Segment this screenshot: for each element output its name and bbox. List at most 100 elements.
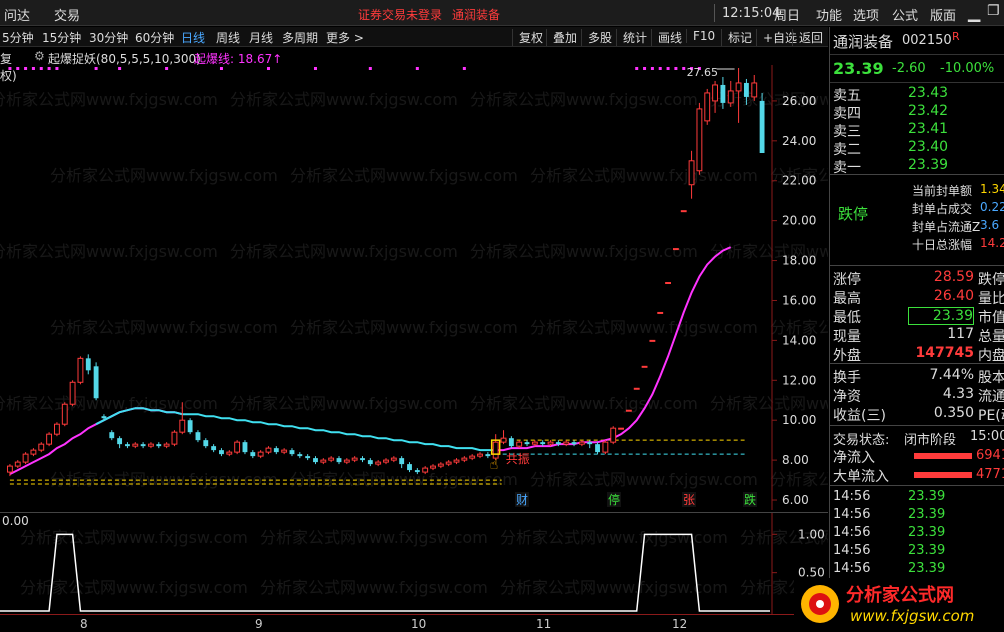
watermark: 分析家公式网www.fxjgsw.com: [470, 394, 698, 413]
candle-body: [77, 357, 84, 383]
candle-body: [696, 108, 703, 172]
signal-dot: [16, 67, 20, 70]
menu-layout[interactable]: 版面: [930, 5, 956, 24]
period-week[interactable]: 周线: [216, 29, 240, 46]
watermark: 分析家公式网www.fxjgsw.com: [230, 90, 458, 109]
period-5min[interactable]: 5分钟: [2, 29, 34, 46]
flow-bar: [914, 472, 972, 478]
candle-body: [187, 420, 193, 433]
candle-body: [453, 459, 460, 463]
event-label[interactable]: 停: [608, 492, 620, 507]
candle-body: [547, 441, 554, 445]
flow-label: 净流入: [833, 450, 875, 466]
event-label[interactable]: 财: [516, 493, 528, 507]
mark-button[interactable]: 标记: [721, 29, 752, 46]
tick-price: 23.39: [908, 561, 946, 576]
main-price-chart[interactable]: 分析家公式网www.fxjgsw.com 分析家公式网www.fxjgsw.com…: [0, 65, 828, 510]
period-60min[interactable]: 60分钟: [135, 29, 174, 46]
watermark: 分析家公式网www.fxjgsw.com: [290, 318, 518, 337]
period-15min[interactable]: 15分钟: [42, 29, 81, 46]
ask-price: 23.39: [908, 157, 949, 173]
event-label[interactable]: 跌: [744, 492, 756, 507]
minimize-icon[interactable]: ▁: [968, 3, 980, 22]
signal-dot: [94, 67, 98, 70]
menu-function[interactable]: 功能: [816, 5, 842, 24]
restore-icon[interactable]: ❐: [987, 3, 1000, 19]
menu-options[interactable]: 选项: [853, 5, 879, 24]
tick-time: 14:56: [833, 525, 871, 540]
logo-badge-icon: [801, 585, 839, 623]
candle-body: [6, 465, 13, 473]
quote-label: 现量: [833, 329, 861, 345]
back-button[interactable]: 返回: [792, 29, 823, 46]
price-axis-label: 6.00: [782, 493, 809, 507]
tick-time: 14:56: [833, 507, 871, 522]
trade-status-label: 交易状态:: [833, 433, 890, 448]
signal-dot: [674, 67, 678, 70]
signal-dot: [31, 67, 35, 70]
candle-body: [602, 441, 609, 453]
signal-label: 共振: [506, 452, 530, 466]
indicator-settings-icon[interactable]: ⚙: [34, 49, 45, 63]
candle-body: [14, 461, 21, 467]
login-warning[interactable]: 证券交易未登录: [358, 6, 442, 23]
candle-body: [171, 431, 178, 445]
app-name[interactable]: 问达: [4, 5, 30, 24]
period-more[interactable]: 更多 >: [326, 29, 364, 46]
candle-body: [610, 427, 617, 443]
signal-dot: [24, 67, 28, 70]
stock-name: 通润装备: [833, 33, 894, 51]
seal-label: 封单占成交: [912, 202, 973, 216]
fund-label: 换手: [833, 370, 861, 386]
candle-body: [148, 443, 154, 447]
overlay-button[interactable]: 叠加: [546, 29, 577, 46]
site-logo: 分析家公式网 www.fxjgsw.com: [794, 578, 1004, 632]
restore-rights-button[interactable]: 复权: [512, 29, 543, 46]
fund-label: 净资: [833, 389, 861, 405]
period-multi[interactable]: 多周期: [282, 29, 318, 46]
stock-link[interactable]: 通润装备: [452, 6, 500, 23]
candle-body: [743, 82, 749, 97]
price-change: -2.60: [892, 61, 926, 76]
candle-body: [140, 444, 146, 447]
watermark: 分析家公式网www.fxjgsw.com: [290, 166, 518, 185]
candle-body: [665, 282, 671, 285]
trade-status-value: 闭市阶段: [904, 433, 957, 448]
ask-price: 23.40: [908, 139, 949, 155]
candle-body: [524, 442, 530, 445]
candle-body: [461, 457, 468, 461]
candle-body: [85, 358, 91, 371]
hand-pointer-icon: ☝: [490, 457, 499, 473]
quote-label-2: 内盘: [978, 348, 1004, 364]
period-30min[interactable]: 30分钟: [89, 29, 128, 46]
signal-dot: [462, 67, 466, 70]
candle-body: [125, 444, 130, 447]
candle-body: [469, 455, 476, 459]
menu-trade[interactable]: 交易: [54, 5, 80, 24]
watermark: 分析家公式网www.fxjgsw.com: [500, 578, 728, 597]
period-month[interactable]: 月线: [249, 29, 273, 46]
stock-flag: R: [952, 30, 960, 43]
candle-body: [445, 461, 452, 465]
draw-button[interactable]: 画线: [651, 29, 682, 46]
candle-body: [422, 467, 429, 473]
add-watchlist-button[interactable]: +自选: [756, 29, 797, 46]
f10-button[interactable]: F10: [686, 29, 715, 43]
period-day[interactable]: 日线: [181, 29, 205, 46]
stats-button[interactable]: 统计: [616, 29, 647, 46]
signal-subchart[interactable]: 分析家公式网www.fxjgsw.com 分析家公式网www.fxjgsw.com…: [0, 512, 828, 618]
candle-body: [313, 458, 318, 463]
event-label[interactable]: 张: [683, 493, 695, 507]
menu-formula[interactable]: 公式: [892, 5, 918, 24]
candle-body: [211, 446, 217, 451]
watermark: 分析家公式网www.fxjgsw.com: [530, 166, 758, 185]
quote-value: 147745: [915, 345, 974, 361]
quote-label: 最低: [833, 310, 861, 326]
watermark: 分析家公式网www.fxjgsw.com: [50, 318, 278, 337]
x-label: 10: [411, 617, 427, 631]
trend-line: [9, 407, 183, 475]
clock: 12:15:04: [722, 6, 781, 21]
candle-body: [179, 419, 186, 433]
multi-stock-button[interactable]: 多股: [581, 29, 612, 46]
price-axis-label: 22.00: [782, 174, 816, 188]
